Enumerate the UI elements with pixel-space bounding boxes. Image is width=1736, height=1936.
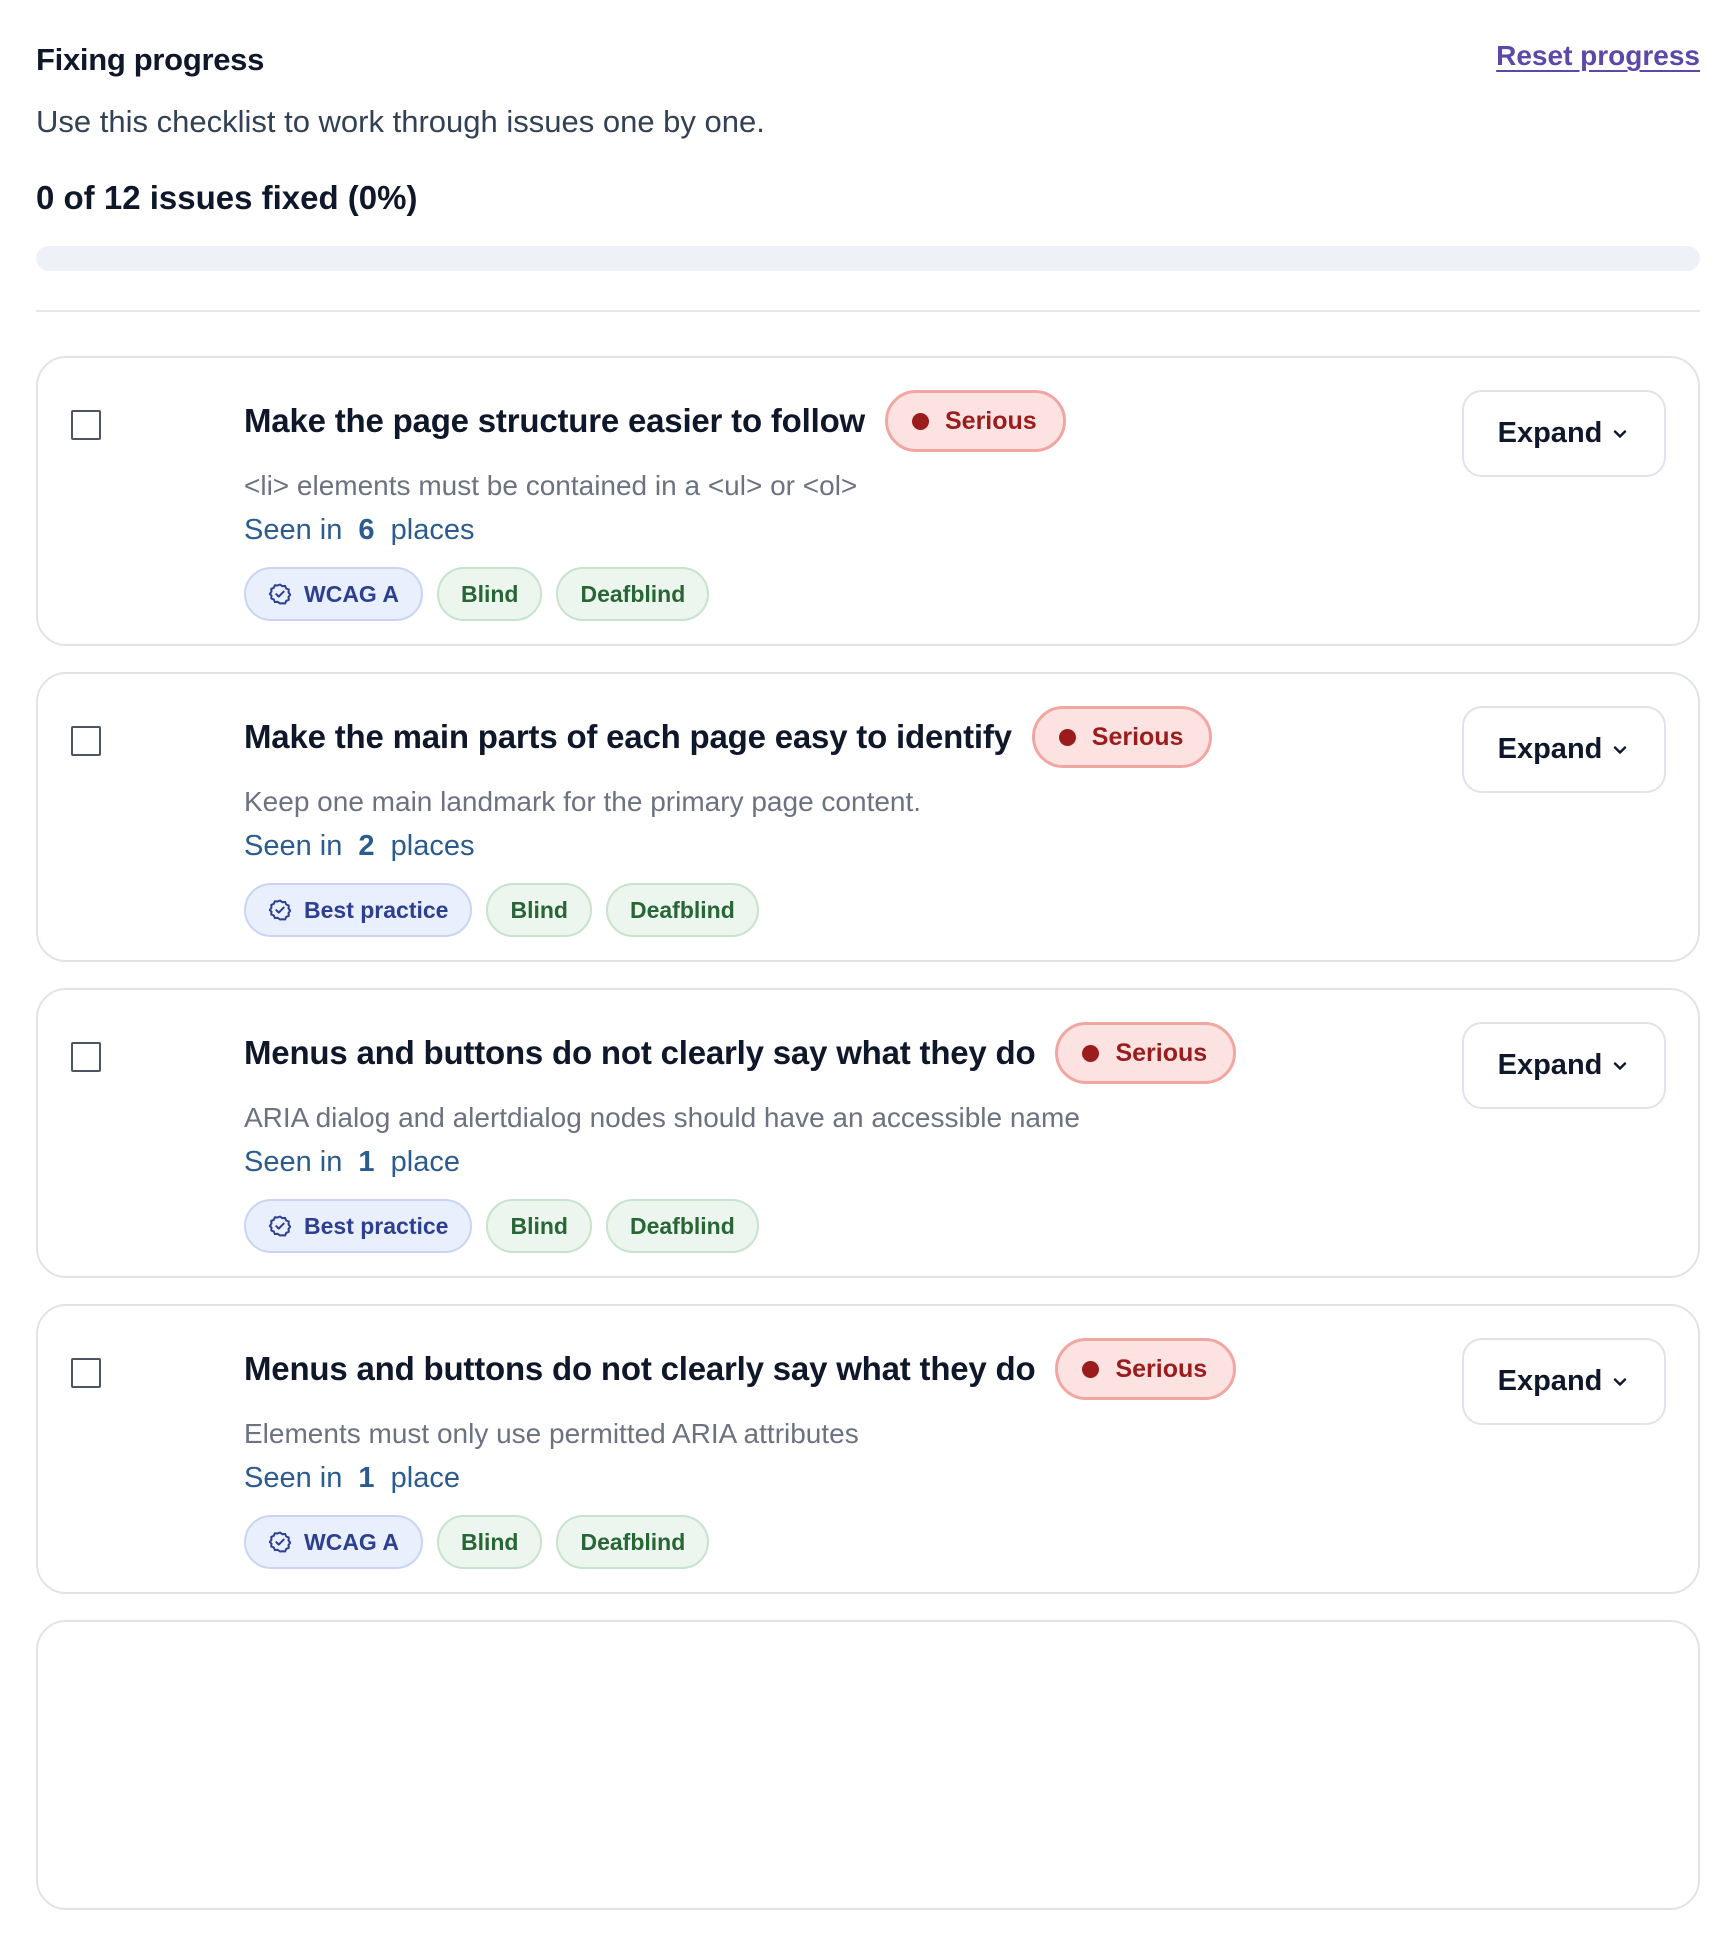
issue-card-partial bbox=[36, 1620, 1700, 1910]
seen-prefix: Seen in bbox=[244, 514, 343, 546]
expand-label: Expand bbox=[1497, 417, 1603, 449]
issue-title: Menus and buttons do not clearly say wha… bbox=[244, 1350, 1036, 1387]
severity-badge: Serious bbox=[1055, 1338, 1237, 1400]
seen-count: 1 bbox=[358, 1462, 375, 1494]
issue-description: Elements must only use permitted ARIA at… bbox=[244, 1418, 859, 1449]
expand-label: Expand bbox=[1497, 1049, 1603, 1081]
seen-prefix: Seen in bbox=[244, 1146, 343, 1178]
issue-title-row: Make the page structure easier to follow… bbox=[244, 388, 1066, 454]
seen-suffix: places bbox=[390, 830, 475, 862]
issue-title-row: Make the main parts of each page easy to… bbox=[244, 704, 1213, 770]
issue-card-body: Make the main parts of each page easy to… bbox=[244, 704, 1213, 937]
expand-button[interactable]: Expand bbox=[1462, 1022, 1666, 1109]
severity-label: Serious bbox=[1091, 722, 1184, 751]
expand-button[interactable]: Expand bbox=[1462, 1338, 1666, 1425]
progress-header: Fixing progress Reset progress Use this … bbox=[36, 0, 1700, 312]
seen-prefix: Seen in bbox=[244, 830, 343, 862]
page-title: Fixing progress bbox=[36, 42, 265, 77]
issue-fixed-checkbox[interactable] bbox=[71, 1042, 101, 1072]
disability-tag: Blind bbox=[436, 1515, 543, 1569]
standard-tag-label: WCAG A bbox=[304, 1528, 399, 1555]
seen-count: 6 bbox=[358, 514, 375, 546]
issue-fixed-checkbox[interactable] bbox=[71, 726, 101, 756]
issue-description: ARIA dialog and alertdialog nodes should… bbox=[244, 1102, 1080, 1133]
issue-fixed-checkbox[interactable] bbox=[71, 1358, 101, 1388]
verified-badge-icon bbox=[268, 1215, 292, 1237]
verified-badge-icon bbox=[268, 899, 292, 921]
issue-description: <li> elements must be contained in a <ul… bbox=[244, 470, 858, 501]
issue-occurrences: Seen in 1 place bbox=[244, 1462, 1236, 1495]
disability-tag: Blind bbox=[486, 883, 592, 937]
issue-tags: WCAG A Blind Deafblind bbox=[244, 567, 1066, 621]
standard-tag-label: Best practice bbox=[304, 1212, 449, 1239]
progress-summary: 0 of 12 issues fixed (0%) bbox=[36, 179, 418, 216]
seen-prefix: Seen in bbox=[244, 1462, 343, 1494]
page-subtitle: Use this checklist to work through issue… bbox=[36, 104, 765, 139]
verified-badge-icon bbox=[268, 1531, 292, 1553]
severity-dot-icon bbox=[1082, 1360, 1100, 1378]
issue-tags: WCAG A Blind Deafblind bbox=[244, 1515, 1236, 1569]
severity-label: Serious bbox=[1115, 1354, 1208, 1383]
issue-list: Make the page structure easier to follow… bbox=[36, 356, 1700, 1936]
issue-occurrences: Seen in 1 place bbox=[244, 1146, 1236, 1179]
severity-dot-icon bbox=[912, 412, 929, 430]
issue-title: Make the main parts of each page easy to… bbox=[244, 718, 1012, 755]
disability-tag: Deafblind bbox=[605, 883, 759, 937]
issue-tags: Best practice Blind Deafblind bbox=[244, 1199, 1236, 1253]
standard-tag: Best practice bbox=[244, 1199, 473, 1253]
standard-tag: WCAG A bbox=[244, 1515, 423, 1569]
issue-card-body: Menus and buttons do not clearly say wha… bbox=[244, 1336, 1237, 1569]
severity-label: Serious bbox=[1115, 1038, 1208, 1067]
verified-badge-icon bbox=[268, 583, 292, 605]
disability-tag: Blind bbox=[486, 1199, 592, 1253]
standard-tag-label: Best practice bbox=[304, 896, 449, 923]
issue-card: Make the main parts of each page easy to… bbox=[36, 672, 1700, 962]
severity-badge: Serious bbox=[1031, 706, 1213, 768]
issue-title-row: Menus and buttons do not clearly say wha… bbox=[244, 1020, 1237, 1086]
issue-title-row: Menus and buttons do not clearly say wha… bbox=[244, 1336, 1237, 1402]
disability-tag: Deafblind bbox=[556, 1515, 710, 1569]
progress-bar bbox=[36, 246, 1700, 271]
seen-suffix: place bbox=[390, 1462, 460, 1494]
disability-tag: Deafblind bbox=[556, 567, 710, 621]
chevron-down-icon bbox=[1614, 1061, 1627, 1070]
issue-card-body: Menus and buttons do not clearly say wha… bbox=[244, 1020, 1237, 1253]
seen-suffix: place bbox=[390, 1146, 460, 1178]
standard-tag-label: WCAG A bbox=[304, 580, 399, 607]
issue-occurrences: Seen in 6 places bbox=[244, 514, 1066, 547]
disability-tag: Blind bbox=[436, 567, 543, 621]
expand-label: Expand bbox=[1497, 733, 1603, 765]
standard-tag: Best practice bbox=[244, 883, 473, 937]
divider bbox=[36, 310, 1700, 312]
severity-dot-icon bbox=[1058, 728, 1076, 746]
seen-suffix: places bbox=[390, 514, 475, 546]
issue-card-body: Make the page structure easier to follow… bbox=[244, 388, 1066, 621]
severity-badge: Serious bbox=[885, 390, 1066, 452]
chevron-down-icon bbox=[1614, 745, 1627, 754]
seen-count: 1 bbox=[358, 1146, 375, 1178]
expand-label: Expand bbox=[1497, 1365, 1603, 1397]
chevron-down-icon bbox=[1614, 1377, 1627, 1386]
chevron-down-icon bbox=[1614, 429, 1627, 438]
expand-button[interactable]: Expand bbox=[1462, 706, 1666, 793]
severity-label: Serious bbox=[945, 406, 1037, 435]
issue-occurrences: Seen in 2 places bbox=[244, 830, 1212, 863]
fixing-progress-panel: Fixing progress Reset progress Use this … bbox=[36, 0, 1700, 1910]
expand-button[interactable]: Expand bbox=[1462, 390, 1666, 477]
issue-tags: Best practice Blind Deafblind bbox=[244, 883, 1212, 937]
seen-count: 2 bbox=[358, 830, 375, 862]
issue-title: Make the page structure easier to follow bbox=[244, 402, 865, 439]
issue-card: Make the page structure easier to follow… bbox=[36, 356, 1700, 646]
issue-fixed-checkbox[interactable] bbox=[71, 410, 101, 440]
severity-dot-icon bbox=[1082, 1044, 1100, 1062]
standard-tag: WCAG A bbox=[244, 567, 423, 621]
disability-tag: Deafblind bbox=[605, 1199, 759, 1253]
reset-progress-link[interactable]: Reset progress bbox=[1496, 40, 1700, 72]
issue-card: Menus and buttons do not clearly say wha… bbox=[36, 988, 1700, 1278]
severity-badge: Serious bbox=[1055, 1022, 1237, 1084]
issue-card: Menus and buttons do not clearly say wha… bbox=[36, 1304, 1700, 1594]
issue-title: Menus and buttons do not clearly say wha… bbox=[244, 1034, 1036, 1071]
issue-description: Keep one main landmark for the primary p… bbox=[244, 786, 922, 817]
